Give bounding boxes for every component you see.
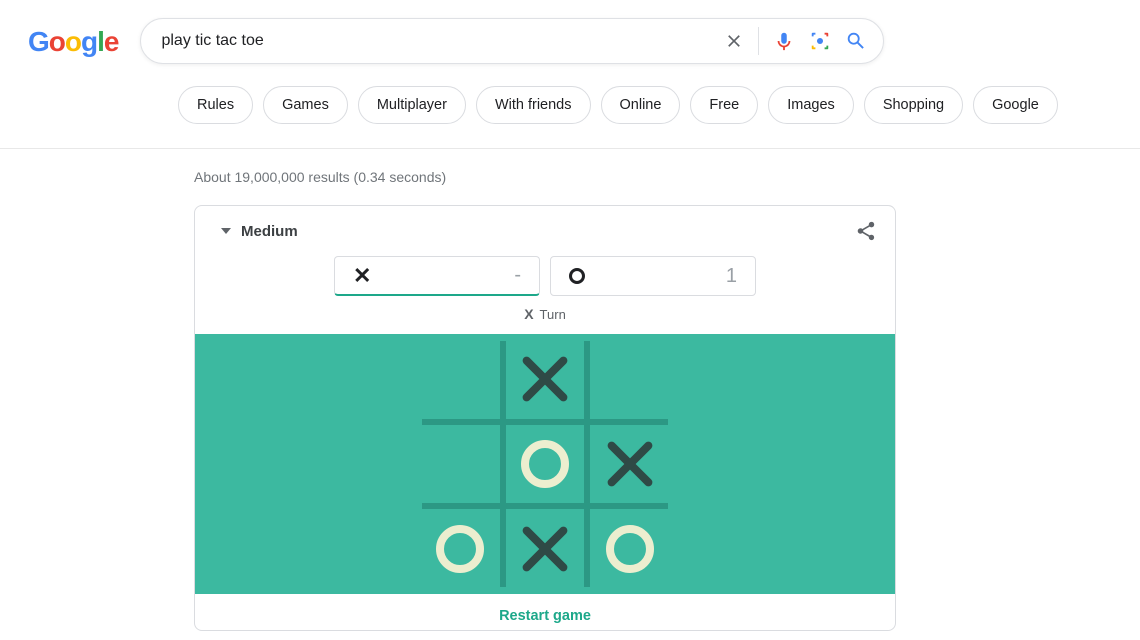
score-o-value: 1 [726,265,737,288]
chevron-down-icon [221,228,231,234]
chip-rules[interactable]: Rules [178,86,253,124]
turn-symbol: X [524,306,533,322]
search-icon[interactable] [845,30,867,52]
o-mark-icon [436,525,484,573]
score-x-value: - [514,264,521,287]
related-chips: Rules Games Multiplayer With friends Onl… [178,86,1140,124]
x-mark-icon [521,355,569,403]
x-mark-icon [606,440,654,488]
turn-indicator: X Turn [195,302,895,334]
turn-label: Turn [540,307,566,322]
mic-icon[interactable] [773,30,795,52]
share-icon[interactable] [855,220,877,242]
search-input[interactable] [161,32,724,50]
difficulty-dropdown[interactable]: Medium [221,223,298,240]
chip-multiplayer[interactable]: Multiplayer [358,86,466,124]
x-symbol-icon: ✕ [353,263,371,289]
cell-2[interactable] [587,337,672,422]
chip-online[interactable]: Online [601,86,681,124]
cell-1[interactable] [503,337,588,422]
cell-4[interactable] [503,422,588,507]
header-divider [0,148,1140,149]
cell-5[interactable] [587,422,672,507]
divider [758,27,759,55]
board-area [195,334,895,594]
tictactoe-card: Medium ✕ - 1 X Turn Restart game [194,205,896,631]
chip-shopping[interactable]: Shopping [864,86,963,124]
board [418,337,672,591]
lens-icon[interactable] [809,30,831,52]
chip-with-friends[interactable]: With friends [476,86,591,124]
x-mark-icon [521,525,569,573]
o-mark-icon [521,440,569,488]
chip-games[interactable]: Games [263,86,348,124]
cell-7[interactable] [503,506,588,591]
search-box [140,18,884,64]
scoreboard: ✕ - 1 [195,256,895,302]
cells [418,337,672,591]
chip-google[interactable]: Google [973,86,1058,124]
cell-6[interactable] [418,506,503,591]
result-stats: About 19,000,000 results (0.34 seconds) [194,169,1140,185]
chip-free[interactable]: Free [690,86,758,124]
score-x-box: ✕ - [334,256,540,296]
o-symbol-icon [569,268,585,284]
google-logo[interactable]: Google [28,26,118,58]
score-o-box: 1 [550,256,756,296]
clear-icon[interactable] [724,31,744,51]
chip-images[interactable]: Images [768,86,854,124]
restart-button[interactable]: Restart game [195,594,895,630]
cell-8[interactable] [587,506,672,591]
o-mark-icon [606,525,654,573]
cell-3[interactable] [418,422,503,507]
difficulty-label: Medium [241,223,298,240]
cell-0[interactable] [418,337,503,422]
